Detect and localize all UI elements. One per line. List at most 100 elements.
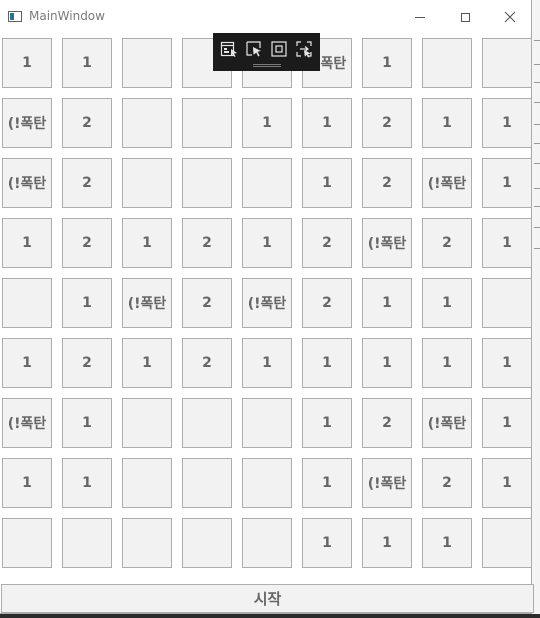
board-cell[interactable]: 2 bbox=[182, 338, 232, 388]
board-cell[interactable] bbox=[2, 518, 52, 568]
board-cell[interactable]: 1 bbox=[362, 278, 412, 328]
live-visual-tree-button[interactable] bbox=[220, 40, 238, 58]
board-cell[interactable]: 2 bbox=[62, 218, 112, 268]
board-cell[interactable]: 2 bbox=[182, 218, 232, 268]
track-focused-element-icon bbox=[296, 41, 312, 58]
taskbar-edge bbox=[0, 614, 540, 618]
board-cell[interactable]: (!폭탄 bbox=[242, 278, 292, 328]
app-window-icon bbox=[8, 11, 22, 22]
board-cell[interactable]: (!폭탄 bbox=[422, 398, 472, 448]
minimize-icon bbox=[415, 16, 425, 18]
track-focused-element-button[interactable] bbox=[295, 40, 313, 58]
board-cell[interactable]: 1 bbox=[482, 218, 532, 268]
board-cell[interactable] bbox=[122, 98, 172, 148]
board-cell[interactable] bbox=[2, 278, 52, 328]
window-title: MainWindow bbox=[29, 9, 105, 23]
main-window: MainWindow 1 1 (!폭탄 1 (!폭탄 2 1 1 2 1 1 (!폭탄 2 1 2 (!폭탄 1… bbox=[0, 0, 534, 614]
board-cell[interactable] bbox=[182, 458, 232, 508]
board-cell[interactable]: 2 bbox=[182, 278, 232, 328]
board-cell[interactable]: 1 bbox=[122, 338, 172, 388]
maximize-icon bbox=[460, 12, 470, 22]
board-cell[interactable]: 1 bbox=[62, 398, 112, 448]
board-cell[interactable]: (!폭탄 bbox=[2, 158, 52, 208]
board-cell[interactable]: 1 bbox=[62, 278, 112, 328]
board-cell[interactable]: 2 bbox=[362, 398, 412, 448]
board-cell[interactable]: (!폭탄 bbox=[2, 398, 52, 448]
board-cell[interactable]: 1 bbox=[122, 218, 172, 268]
board-cell[interactable] bbox=[182, 518, 232, 568]
board-cell[interactable] bbox=[122, 398, 172, 448]
board-cell[interactable]: 1 bbox=[242, 218, 292, 268]
display-layout-adorners-button[interactable] bbox=[270, 40, 288, 58]
board-cell[interactable]: 1 bbox=[302, 158, 352, 208]
board-cell[interactable]: (!폭탄 bbox=[362, 458, 412, 508]
board-cell[interactable] bbox=[182, 98, 232, 148]
board-cell[interactable]: 1 bbox=[242, 338, 292, 388]
board-cell[interactable] bbox=[122, 458, 172, 508]
board-cell[interactable] bbox=[482, 518, 532, 568]
minimize-button[interactable] bbox=[397, 0, 443, 34]
board-cell[interactable] bbox=[482, 38, 532, 88]
board-cell[interactable]: (!폭탄 bbox=[2, 98, 52, 148]
select-element-icon bbox=[246, 41, 261, 57]
board-cell[interactable]: 1 bbox=[362, 38, 412, 88]
board-cell[interactable]: 1 bbox=[302, 338, 352, 388]
board-cell[interactable]: 1 bbox=[2, 218, 52, 268]
board-cell[interactable]: 1 bbox=[422, 98, 472, 148]
board-cell[interactable]: 1 bbox=[242, 98, 292, 148]
board-cell[interactable]: 1 bbox=[482, 458, 532, 508]
board-cell[interactable]: 1 bbox=[422, 278, 472, 328]
board-cell[interactable]: 2 bbox=[362, 98, 412, 148]
board-cell[interactable]: (!폭탄 bbox=[122, 278, 172, 328]
board-cell[interactable]: 2 bbox=[422, 218, 472, 268]
start-button[interactable]: 시작 bbox=[1, 584, 534, 613]
board-cell[interactable]: 1 bbox=[62, 458, 112, 508]
board-cell[interactable]: 2 bbox=[62, 98, 112, 148]
board-cell[interactable]: 2 bbox=[302, 218, 352, 268]
board-cell[interactable] bbox=[122, 518, 172, 568]
board-cell[interactable] bbox=[242, 158, 292, 208]
close-icon bbox=[504, 11, 516, 23]
debug-toolbar bbox=[213, 33, 320, 71]
screen: MainWindow 1 1 (!폭탄 1 (!폭탄 2 1 1 2 1 1 (!폭탄 2 1 2 (!폭탄 1… bbox=[0, 0, 540, 618]
board-cell[interactable]: (!폭탄 bbox=[422, 158, 472, 208]
board-cell[interactable]: 2 bbox=[362, 158, 412, 208]
board-cell[interactable] bbox=[422, 38, 472, 88]
board-cell[interactable]: 1 bbox=[302, 398, 352, 448]
maximize-button[interactable] bbox=[442, 0, 488, 34]
board-cell[interactable]: 1 bbox=[2, 38, 52, 88]
board-cell[interactable]: 1 bbox=[482, 398, 532, 448]
board-cell[interactable]: 1 bbox=[362, 338, 412, 388]
board-cell[interactable]: 1 bbox=[2, 458, 52, 508]
board-cell[interactable]: 1 bbox=[302, 98, 352, 148]
title-bar[interactable]: MainWindow bbox=[0, 0, 531, 34]
board-cell[interactable]: 2 bbox=[302, 278, 352, 328]
board-cell[interactable] bbox=[482, 278, 532, 328]
close-button[interactable] bbox=[487, 0, 533, 34]
toolbar-grip-handle[interactable] bbox=[253, 64, 281, 67]
select-element-button[interactable] bbox=[245, 40, 263, 58]
board-cell[interactable] bbox=[242, 458, 292, 508]
board-cell[interactable]: 1 bbox=[2, 338, 52, 388]
board-cell[interactable] bbox=[62, 518, 112, 568]
board-cell[interactable]: 1 bbox=[362, 518, 412, 568]
board-cell[interactable] bbox=[242, 398, 292, 448]
board-cell[interactable] bbox=[182, 398, 232, 448]
board-cell[interactable]: 1 bbox=[482, 338, 532, 388]
board-cell[interactable]: 1 bbox=[482, 98, 532, 148]
display-layout-adorners-icon bbox=[271, 41, 287, 57]
board-cell[interactable]: 2 bbox=[422, 458, 472, 508]
board-cell[interactable]: 1 bbox=[62, 38, 112, 88]
board-cell[interactable]: 1 bbox=[422, 518, 472, 568]
board-cell[interactable]: 2 bbox=[62, 158, 112, 208]
board-cell[interactable] bbox=[242, 518, 292, 568]
board-cell[interactable]: 1 bbox=[422, 338, 472, 388]
board-cell[interactable]: 1 bbox=[302, 518, 352, 568]
board-cell[interactable] bbox=[182, 158, 232, 208]
board-cell[interactable]: (!폭탄 bbox=[362, 218, 412, 268]
board-cell[interactable]: 2 bbox=[62, 338, 112, 388]
board-cell[interactable] bbox=[122, 38, 172, 88]
board-cell[interactable] bbox=[122, 158, 172, 208]
board-cell[interactable]: 1 bbox=[482, 158, 532, 208]
board-cell[interactable]: 1 bbox=[302, 458, 352, 508]
